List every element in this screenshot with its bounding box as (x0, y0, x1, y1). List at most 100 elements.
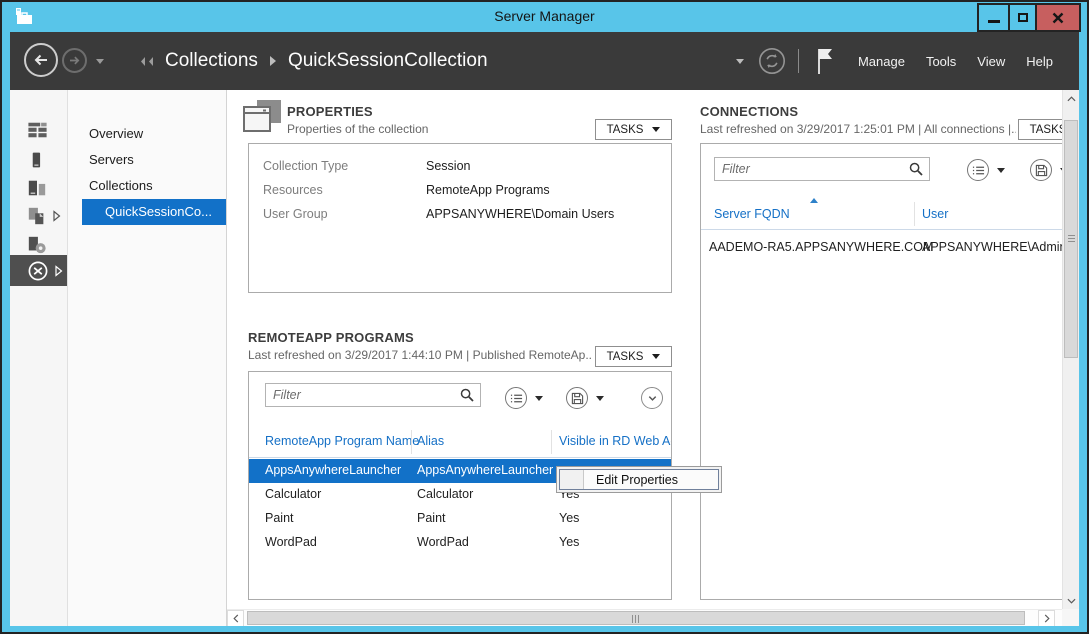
column-divider[interactable] (551, 430, 552, 454)
column-header-user[interactable]: User (922, 207, 948, 221)
cell-alias: WordPad (417, 535, 469, 549)
remoteapp-subtitle: Last refreshed on 3/29/2017 1:44:10 PM |… (248, 348, 592, 362)
menu-tools[interactable]: Tools (926, 54, 956, 69)
remoteapp-save-button[interactable] (566, 387, 588, 409)
remoteapp-collapse-button[interactable] (641, 387, 663, 409)
list-options-icon (972, 164, 985, 177)
maximize-icon (1018, 13, 1028, 22)
sidebar-item-servers[interactable]: Servers (68, 147, 226, 173)
scroll-down-button[interactable] (1063, 592, 1079, 609)
property-label: Resources (263, 183, 426, 197)
close-icon (1052, 12, 1064, 24)
table-row-paint[interactable]: Paint Paint Yes (249, 507, 671, 531)
properties-tasks-button[interactable]: TASKS (595, 119, 672, 140)
context-menu-item-edit-properties[interactable]: Edit Properties (584, 470, 678, 489)
cell-alias: AppsAnywhereLauncher (417, 463, 553, 477)
connections-view-options-button[interactable] (967, 159, 989, 181)
menu-help[interactable]: Help (1026, 54, 1053, 69)
vertical-scrollbar-thumb[interactable] (1064, 120, 1078, 358)
horizontal-scrollbar-thumb[interactable] (247, 611, 1025, 625)
properties-tasks-label: TASKS (607, 124, 644, 136)
close-button[interactable] (1035, 5, 1079, 30)
table-row-connection[interactable]: AADEMO-RA5.APPSANYWHERE.COM APPSANYWHERE… (701, 236, 1079, 260)
remoteapp-tasks-label: TASKS (607, 351, 644, 363)
maximize-button[interactable] (1008, 5, 1035, 30)
connections-box: Server FQDN User AADEMO-RA5.APPSANYWHERE… (700, 143, 1079, 600)
column-header-remoteapp-name[interactable]: RemoteApp Program Name (265, 434, 419, 448)
connections-filter-input[interactable] (714, 157, 930, 181)
minimize-button[interactable] (979, 5, 1008, 30)
cell-name: WordPad (265, 535, 317, 549)
sort-ascending-icon (810, 198, 818, 203)
expand-arrow-icon (53, 210, 61, 222)
save-options-caret[interactable] (596, 396, 604, 401)
save-icon (1035, 164, 1048, 177)
save-icon (571, 392, 584, 405)
tasks-caret-icon (652, 354, 660, 359)
sidebar-item-collections[interactable]: Collections (68, 173, 226, 199)
search-icon (459, 387, 475, 408)
menu-view[interactable]: View (977, 54, 1005, 69)
horizontal-scrollbar[interactable] (227, 609, 1062, 626)
remoteapp-filter (265, 383, 481, 407)
property-label: User Group (263, 207, 426, 221)
iis-server-icon (27, 235, 47, 255)
sidebar-item-quicksessioncollection[interactable]: QuickSessionCo... (82, 199, 226, 225)
column-divider[interactable] (411, 430, 412, 454)
sidebar-file-storage-icon[interactable] (10, 202, 67, 230)
remoteapp-title: REMOTEAPP PROGRAMS (248, 330, 414, 345)
cell-alias: Calculator (417, 487, 473, 501)
header-underline (701, 229, 1079, 230)
titlebar[interactable]: Server Manager (2, 2, 1087, 32)
remoteapp-filter-input[interactable] (265, 383, 481, 407)
menu-manage[interactable]: Manage (858, 54, 905, 69)
forward-button[interactable] (62, 48, 87, 73)
connections-subtitle: Last refreshed on 3/29/2017 1:25:01 PM |… (700, 122, 1016, 136)
properties-title: PROPERTIES (287, 104, 373, 119)
context-menu-icon-gutter (560, 470, 584, 489)
column-divider[interactable] (914, 202, 915, 226)
view-options-caret[interactable] (535, 396, 543, 401)
column-header-visible[interactable]: Visible in RD Web Acc (559, 434, 671, 448)
property-value: RemoteApp Programs (426, 183, 550, 197)
cell-alias: Paint (417, 511, 446, 525)
navbar-right-group: Manage Tools View Help (736, 32, 1053, 90)
sidebar-item-overview[interactable]: Overview (68, 121, 226, 147)
connections-filter (714, 157, 930, 181)
refresh-button[interactable] (758, 47, 786, 75)
list-options-icon (510, 392, 523, 405)
properties-subtitle: Properties of the collection (287, 122, 428, 136)
column-header-alias[interactable]: Alias (417, 434, 444, 448)
chevron-down-icon (647, 393, 658, 404)
remoteapp-view-options-button[interactable] (505, 387, 527, 409)
vertical-scrollbar[interactable] (1062, 90, 1079, 609)
property-value: APPSANYWHERE\Domain Users (426, 207, 614, 221)
notifications-flag-button[interactable] (813, 46, 837, 76)
breadcrumb: Collections QuickSessionCollection (138, 32, 488, 90)
breadcrumb-collapse-icon[interactable] (138, 55, 155, 68)
server-manager-window: Server Manager Collections (0, 0, 1089, 634)
scroll-left-button[interactable] (227, 610, 244, 626)
local-server-icon (27, 150, 45, 170)
property-row: Collection Type Session (263, 154, 657, 178)
sidebar-dashboard-icon[interactable] (10, 116, 67, 144)
connections-save-button[interactable] (1030, 159, 1052, 181)
breadcrumb-collection-name[interactable]: QuickSessionCollection (288, 50, 488, 72)
history-dropdown-caret[interactable] (96, 59, 104, 64)
scroll-up-button[interactable] (1063, 90, 1079, 107)
view-options-caret[interactable] (997, 168, 1005, 173)
sidebar-all-servers-icon[interactable] (10, 174, 67, 202)
back-button[interactable] (24, 43, 58, 77)
breadcrumb-collections[interactable]: Collections (165, 50, 258, 72)
column-header-server-fqdn[interactable]: Server FQDN (714, 207, 790, 221)
sidebar-local-server-icon[interactable] (10, 146, 67, 174)
cell-name: Paint (265, 511, 294, 525)
scroll-right-button[interactable] (1038, 610, 1055, 626)
sidebar-rds-icon-selected[interactable] (10, 255, 67, 286)
remoteapp-tasks-button[interactable]: TASKS (595, 346, 672, 367)
dashboard-icon (27, 120, 48, 140)
refresh-dropdown-caret[interactable] (736, 59, 744, 64)
table-row-wordpad[interactable]: WordPad WordPad Yes (249, 531, 671, 555)
server-manager-app-icon (13, 6, 35, 28)
property-row: User Group APPSANYWHERE\Domain Users (263, 202, 657, 226)
